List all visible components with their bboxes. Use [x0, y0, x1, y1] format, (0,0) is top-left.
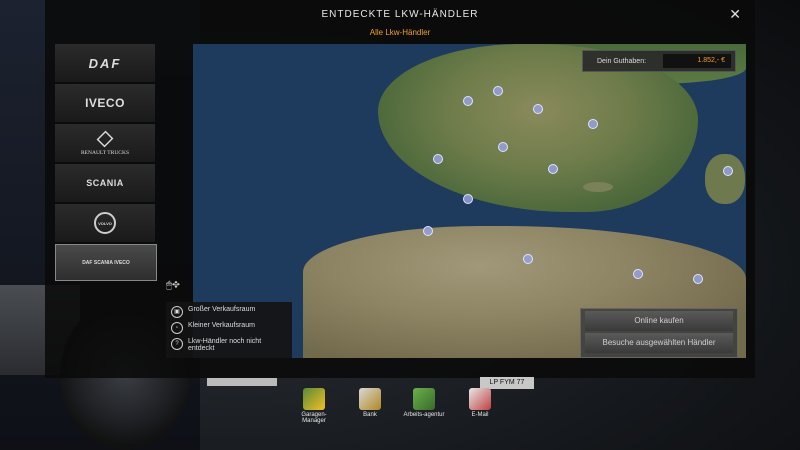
- brand-label: VOLVO: [98, 220, 112, 226]
- agency-icon: [413, 388, 435, 410]
- nav-garage-manager[interactable]: Garagen-Manager: [293, 386, 335, 424]
- brand-daf-button[interactable]: DAF: [55, 44, 155, 82]
- brand-iveco-button[interactable]: IVECO: [55, 84, 155, 122]
- dealer-marker[interactable]: [493, 86, 503, 96]
- buy-online-button[interactable]: Online kaufen: [585, 311, 733, 331]
- action-panel: Online kaufen Besuche ausgewählten Händl…: [580, 308, 738, 358]
- large-showroom-icon: ▣: [171, 306, 183, 318]
- brand-all-button[interactable]: DAF SCANIA IVECO: [55, 244, 157, 281]
- dealer-marker[interactable]: [523, 254, 533, 264]
- legend-item: ▣ Großer Verkaufsraum: [171, 306, 288, 318]
- renault-logo-icon: [96, 130, 114, 148]
- dealer-marker[interactable]: [588, 119, 598, 129]
- undiscovered-icon: ?: [171, 338, 183, 350]
- balance-value: 1.852,- €: [663, 54, 731, 68]
- small-showroom-icon: ▫: [171, 322, 183, 334]
- dealer-dialog: ENTDECKTE LKW-HÄNDLER ✕ Alle Lkw-Händler…: [45, 0, 755, 378]
- visit-dealer-button[interactable]: Besuche ausgewählten Händler: [585, 333, 733, 353]
- dealer-marker[interactable]: [423, 226, 433, 236]
- mouse-pan-icon: 🖱✥: [166, 280, 180, 291]
- dealer-marker[interactable]: [433, 154, 443, 164]
- nav-label: Garagen-Manager: [301, 412, 327, 424]
- dealer-marker[interactable]: [498, 142, 508, 152]
- dealer-marker[interactable]: [693, 274, 703, 284]
- legend-item: ▫ Kleiner Verkaufsraum: [171, 322, 288, 334]
- legend-label: Kleiner Verkaufsraum: [188, 322, 255, 329]
- nav-label: Bank: [363, 412, 377, 418]
- nav-label: E-Mail: [471, 412, 489, 418]
- dialog-subtitle: Alle Lkw-Händler: [369, 28, 431, 37]
- legend-label: Lkw-Händler noch nicht entdeckt: [188, 338, 262, 352]
- brand-list: DAF IVECO RENAULT TRUCKS SCANIA VOLVO DA…: [55, 44, 157, 283]
- nav-job-agency[interactable]: Arbeits-agentur: [403, 386, 445, 418]
- brand-renault-button[interactable]: RENAULT TRUCKS: [55, 124, 155, 162]
- nav-label: Arbeits-agentur: [403, 412, 445, 418]
- dealer-marker[interactable]: [533, 104, 543, 114]
- dealer-marker[interactable]: [463, 96, 473, 106]
- bank-icon: [359, 388, 381, 410]
- map-legend: ▣ Großer Verkaufsraum ▫ Kleiner Verkaufs…: [166, 302, 292, 358]
- legend-label: Großer Verkaufsraum: [188, 306, 256, 313]
- volvo-logo-icon: VOLVO: [94, 212, 116, 234]
- dealer-marker[interactable]: [633, 269, 643, 279]
- balance-display: Dein Guthaben: 1.852,- €: [582, 50, 736, 72]
- dealer-marker[interactable]: [723, 166, 733, 176]
- brand-label: IVECO: [85, 96, 125, 110]
- brand-label: SCANIA: [86, 178, 124, 188]
- balance-label: Dein Guthaben:: [597, 57, 647, 65]
- dialog-title: ENTDECKTE LKW-HÄNDLER: [321, 9, 479, 20]
- dealer-marker[interactable]: [548, 164, 558, 174]
- brand-volvo-button[interactable]: VOLVO: [55, 204, 155, 242]
- garage-icon: [303, 388, 325, 410]
- nav-email[interactable]: E-Mail: [459, 386, 501, 418]
- bottom-nav: Garagen-Manager Bank Arbeits-agentur E-M…: [285, 386, 525, 442]
- dealer-marker[interactable]: [463, 194, 473, 204]
- brand-label: RENAULT TRUCKS: [80, 150, 130, 156]
- legend-item: ? Lkw-Händler noch nicht entdeckt: [171, 338, 288, 352]
- brand-label: DAF: [88, 55, 122, 71]
- email-icon: [469, 388, 491, 410]
- brand-label: DAF SCANIA IVECO: [82, 259, 130, 266]
- map-land-balearic: [583, 182, 613, 192]
- scroll-handle[interactable]: [207, 378, 277, 386]
- close-icon[interactable]: ✕: [729, 6, 741, 23]
- nav-bank[interactable]: Bank: [349, 386, 391, 418]
- map-land-sardinia: [705, 154, 745, 204]
- brand-scania-button[interactable]: SCANIA: [55, 164, 155, 202]
